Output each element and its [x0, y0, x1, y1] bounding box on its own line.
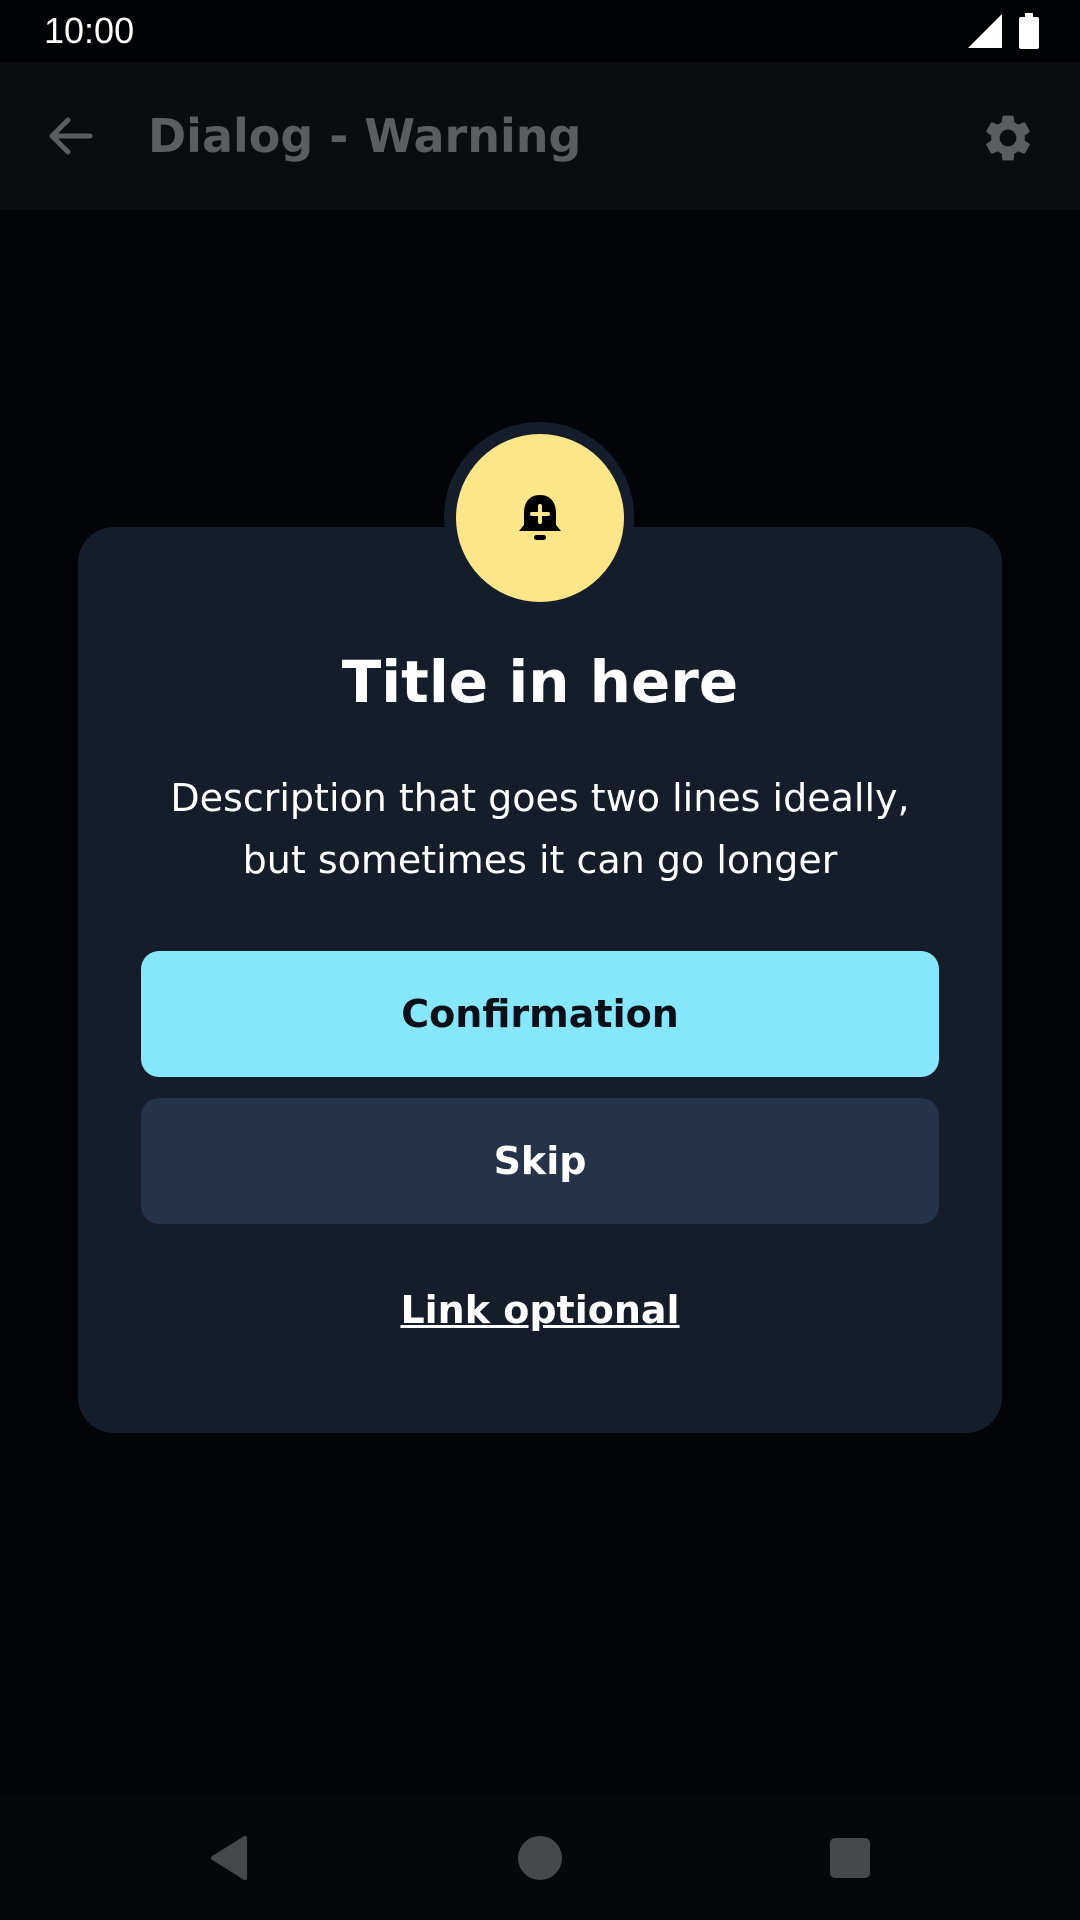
screen: 10:00 Dialog - Warning Title in here Des… [0, 0, 1080, 1920]
status-time: 10:00 [44, 10, 135, 51]
warning-badge [456, 434, 624, 602]
app-bar: Dialog - Warning [0, 62, 1080, 210]
nav-home-button[interactable] [510, 1828, 570, 1888]
skip-button[interactable]: Skip [141, 1098, 939, 1224]
battery-icon [1019, 13, 1039, 49]
bell-plus-icon [519, 495, 561, 540]
confirmation-button[interactable]: Confirmation [141, 951, 939, 1077]
navigation-bar [0, 1795, 1080, 1920]
nav-back-triangle-icon [211, 1836, 247, 1880]
nav-back-button[interactable] [199, 1828, 259, 1888]
optional-link[interactable]: Link optional [78, 1282, 1002, 1338]
cellular-signal-icon [968, 14, 1002, 48]
warning-dialog: Title in here Description that goes two … [78, 527, 1002, 1433]
status-bar: 10:00 [0, 0, 1080, 62]
nav-home-circle-icon [518, 1836, 562, 1880]
page-title: Dialog - Warning [148, 109, 582, 163]
dialog-title: Title in here [341, 648, 739, 716]
settings-button[interactable] [976, 106, 1040, 170]
back-button[interactable] [40, 106, 100, 166]
status-icons [968, 12, 1040, 50]
dialog-description: Description that goes two lines ideally,… [170, 776, 910, 882]
nav-recents-button[interactable] [820, 1828, 880, 1888]
arrow-left-icon [49, 117, 93, 155]
gear-icon [986, 115, 1030, 161]
nav-recents-square-icon [830, 1838, 870, 1878]
